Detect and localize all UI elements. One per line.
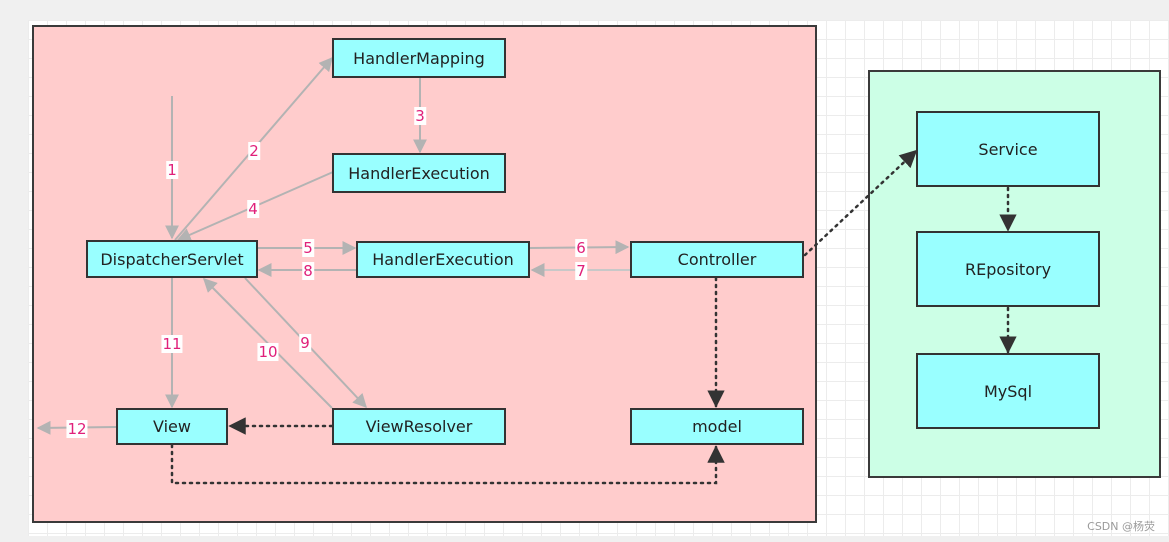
edge-label-4: 4 [247,200,259,218]
watermark: CSDN @杨荧 [1087,520,1155,533]
node-label: View [153,417,191,436]
node-label: ViewResolver [365,417,473,436]
node-label: REpository [964,259,1052,279]
node-handler-execution-mid[interactable]: HandlerExecution [356,241,530,278]
node-label: HandlerMapping [353,48,485,68]
node-dispatcher-servlet[interactable]: DispatcherServlet [86,240,258,278]
edge-controller-to-service[interactable] [803,149,918,257]
edge-label-10: 10 [257,343,279,361]
edge-label-9: 9 [299,334,311,352]
node-label: Service [978,139,1038,159]
edge-label-11: 11 [161,335,183,353]
node-controller[interactable]: Controller [630,241,804,278]
node-label: MySql [983,381,1033,401]
node-view[interactable]: View [116,408,228,445]
edge-label-7: 7 [575,262,587,280]
edge-view-to-model[interactable] [170,443,725,485]
node-label: Controller [677,250,757,269]
edge-label-6: 6 [575,239,587,257]
edge-label-3: 3 [414,107,426,125]
node-label: HandlerExecution [348,163,490,183]
node-service[interactable]: Service [916,111,1100,187]
node-handler-mapping[interactable]: HandlerMapping [332,38,506,78]
node-model[interactable]: model [630,408,804,445]
node-label: HandlerExecution [372,250,514,269]
node-mysql[interactable]: MySql [916,353,1100,429]
edge-label-1: 1 [166,161,178,179]
node-label: DispatcherServlet [100,249,244,269]
node-handler-execution-top[interactable]: HandlerExecution [332,153,506,193]
node-repository[interactable]: REpository [916,231,1100,307]
node-label: model [692,417,742,436]
node-view-resolver[interactable]: ViewResolver [332,408,506,445]
edge-label-8: 8 [302,262,314,280]
edge-label-2: 2 [248,142,260,160]
edge-label-5: 5 [302,239,314,257]
edge-label-12: 12 [66,420,88,438]
